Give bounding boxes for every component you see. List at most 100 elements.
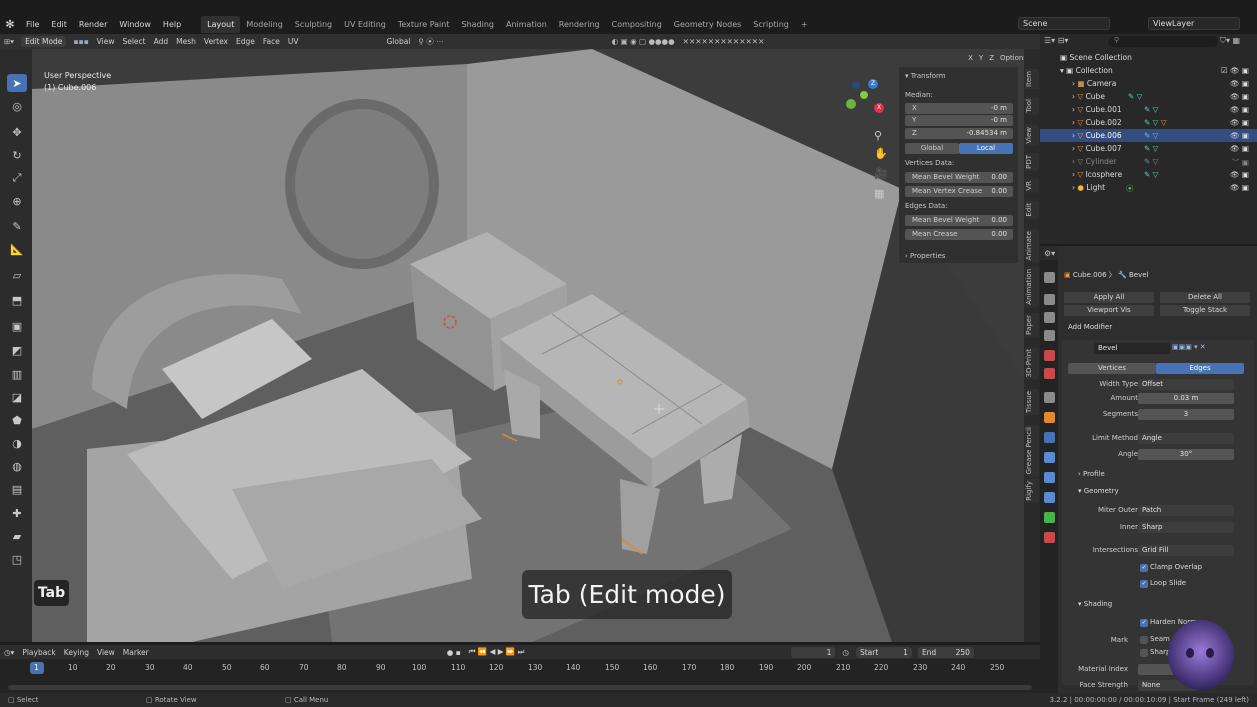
annotate-tool-icon[interactable]: ✎ [7,217,27,235]
outliner-row-cylinder[interactable]: › ▽ Cylinder ✎ ▽ ︶ ▣ [1040,155,1257,168]
tab-modeling[interactable]: Modeling [240,16,288,33]
toggle-stack-button[interactable]: Toggle Stack [1160,305,1250,316]
sharp-checkbox[interactable] [1140,649,1148,657]
menu-vertex[interactable]: Vertex [200,37,232,46]
tool-tab-icon[interactable] [1044,272,1055,283]
object-tab-icon[interactable] [1044,412,1055,423]
current-frame-field[interactable]: 1 [791,646,836,658]
constraints-tab-icon[interactable] [1044,492,1055,503]
transform-heading[interactable]: ▾ Transform [905,72,946,80]
viewport-vis-button[interactable]: Viewport Vis [1064,305,1154,316]
menu-select[interactable]: Select [118,37,149,46]
end-frame-field[interactable]: End 250 [917,646,974,658]
menu-edge[interactable]: Edge [232,37,259,46]
outliner-row-cube[interactable]: › ▽ Cube ✎ ▽ 👁 ▣ [1040,90,1257,103]
poly-build-tool-icon[interactable]: ⬟ [7,411,27,429]
outliner-row-icosphere[interactable]: › ▽ Icosphere ✎ ▽ 👁 ▣ [1040,168,1257,181]
start-frame-field[interactable]: Start 1 [855,646,912,658]
loop-cut-tool-icon[interactable]: ▥ [7,365,27,383]
median-y-field[interactable]: Y -0 m [905,115,1013,126]
delete-all-button[interactable]: Delete All [1160,292,1250,303]
axis-y-toggle[interactable]: Y [979,54,983,65]
shrink-tool-icon[interactable]: ✚ [7,504,27,522]
tab-vr[interactable]: VR [1025,179,1039,193]
tab-animation[interactable]: Animation [500,16,553,33]
menu-view[interactable]: View [93,37,119,46]
harden-normals-checkbox[interactable]: ✓ [1140,619,1148,627]
blender-logo-icon[interactable]: ✻ [0,15,20,34]
view-layer-selector[interactable]: ViewLayer [1148,17,1240,30]
width-type-dropdown[interactable]: Offset [1138,379,1234,390]
gizmo-icons[interactable]: ◐ ▣ ◉ ▢ ●●●● [608,37,679,46]
timeline-view-menu[interactable]: View [93,648,119,657]
smooth-tool-icon[interactable]: ◍ [7,457,27,475]
geometry-subpanel[interactable]: ▾ Geometry [1078,487,1119,495]
tab-rendering[interactable]: Rendering [553,16,606,33]
zoom-icon[interactable]: ⚲ [874,129,882,142]
add-cube-tool-icon[interactable]: ▱ [7,266,27,284]
measure-tool-icon[interactable]: 📐 [7,240,27,258]
add-modifier-dropdown[interactable]: Add Modifier [1064,322,1254,333]
tab-3d-print[interactable]: 3D-Print [1025,347,1039,380]
rotate-tool-icon[interactable]: ↻ [7,146,27,164]
pan-hand-icon[interactable]: ✋ [874,147,888,160]
camera-view-icon[interactable]: 🎥 [874,167,888,180]
scene-tab-icon[interactable] [1044,350,1055,361]
mean-bevel-weight-edge-field[interactable]: Mean Bevel Weight 0.00 [905,215,1013,226]
seam-checkbox[interactable] [1140,636,1148,644]
tab-animation[interactable]: Animation [1025,267,1039,307]
scene-selector[interactable]: Scene [1018,17,1110,30]
mode-selector[interactable]: Edit Mode [21,36,67,47]
edges-toggle[interactable]: Edges [1156,363,1244,374]
cursor-tool-icon[interactable]: ◎ [7,97,27,115]
outliner-row-light[interactable]: › ● Light ⦿ 👁 ▣ [1040,181,1257,194]
render-tab-icon[interactable] [1044,294,1055,305]
tab-scripting[interactable]: Scripting [747,16,795,33]
angle-field[interactable]: 30° [1138,449,1234,460]
menu-window[interactable]: Window [113,15,157,34]
options-dropdown[interactable]: Options [1000,54,1024,65]
median-x-field[interactable]: X -0 m [905,103,1013,114]
tab-compositing[interactable]: Compositing [606,16,668,33]
outliner-row-cube-001[interactable]: › ▽ Cube.001 ✎ ▽ 👁 ▣ [1040,103,1257,116]
transform-orientation[interactable]: Global [382,37,414,46]
outliner-search-icon[interactable]: ⚲ [1108,36,1218,47]
tab-rigify[interactable]: Rigify [1025,479,1039,503]
outliner-row-cube-006[interactable]: › ▽ Cube.006 ✎ ▽ 👁 ▣ [1040,129,1257,142]
view-layer-tab-icon[interactable] [1044,330,1055,341]
tab-shading[interactable]: Shading [455,16,500,33]
tab-pdt[interactable]: PDT [1025,153,1039,171]
modifier-toggles-icon[interactable]: ▣▣▣ ▾ ✕ [1172,343,1206,351]
spin-tool-icon[interactable]: ◑ [7,434,27,452]
local-toggle[interactable]: Local [959,143,1013,154]
playback-controls-icon[interactable]: ⏮ ⏪ ◀ ▶ ⏩ ⏭ [465,647,529,657]
properties-heading[interactable]: › Properties [905,252,945,260]
shading-subpanel[interactable]: ▾ Shading [1078,600,1112,608]
tab-sculpting[interactable]: Sculpting [289,16,338,33]
add-workspace-button[interactable]: + [795,16,814,33]
tab-animate[interactable]: Animate [1025,229,1039,263]
scale-tool-icon[interactable]: ⤢ [7,169,27,187]
timeline-editor-icon[interactable]: ◷▾ [0,648,18,657]
grid-view-icon[interactable]: ▦ [874,187,884,200]
world-tab-icon[interactable] [1044,368,1055,379]
profile-subpanel[interactable]: › Profile [1078,470,1105,478]
tab-tissue[interactable]: Tissue [1025,389,1039,416]
timeline-scrollbar[interactable] [8,685,1032,690]
menu-add[interactable]: Add [150,37,173,46]
filter-icon[interactable]: ⛉▾ ▦ [1220,36,1240,46]
transform-tool-icon[interactable]: ⊕ [7,192,27,210]
tab-geometry-nodes[interactable]: Geometry Nodes [668,16,747,33]
tab-uv-editing[interactable]: UV Editing [338,16,392,33]
menu-face[interactable]: Face [259,37,284,46]
mean-bevel-weight-vertex-field[interactable]: Mean Bevel Weight 0.00 [905,172,1013,183]
playback-menu[interactable]: Playback [18,648,59,657]
move-tool-icon[interactable]: ✥ [7,123,27,141]
segments-field[interactable]: 3 [1138,409,1234,420]
vertices-toggle[interactable]: Vertices [1068,363,1156,374]
mean-vertex-crease-field[interactable]: Mean Vertex Crease 0.00 [905,186,1013,197]
limit-method-dropdown[interactable]: Angle [1138,433,1234,444]
clamp-overlap-checkbox[interactable]: ✓ [1140,564,1148,572]
outliner-row-camera[interactable]: › ■ Camera 👁 ▣ [1040,77,1257,90]
menu-file[interactable]: File [20,15,45,34]
